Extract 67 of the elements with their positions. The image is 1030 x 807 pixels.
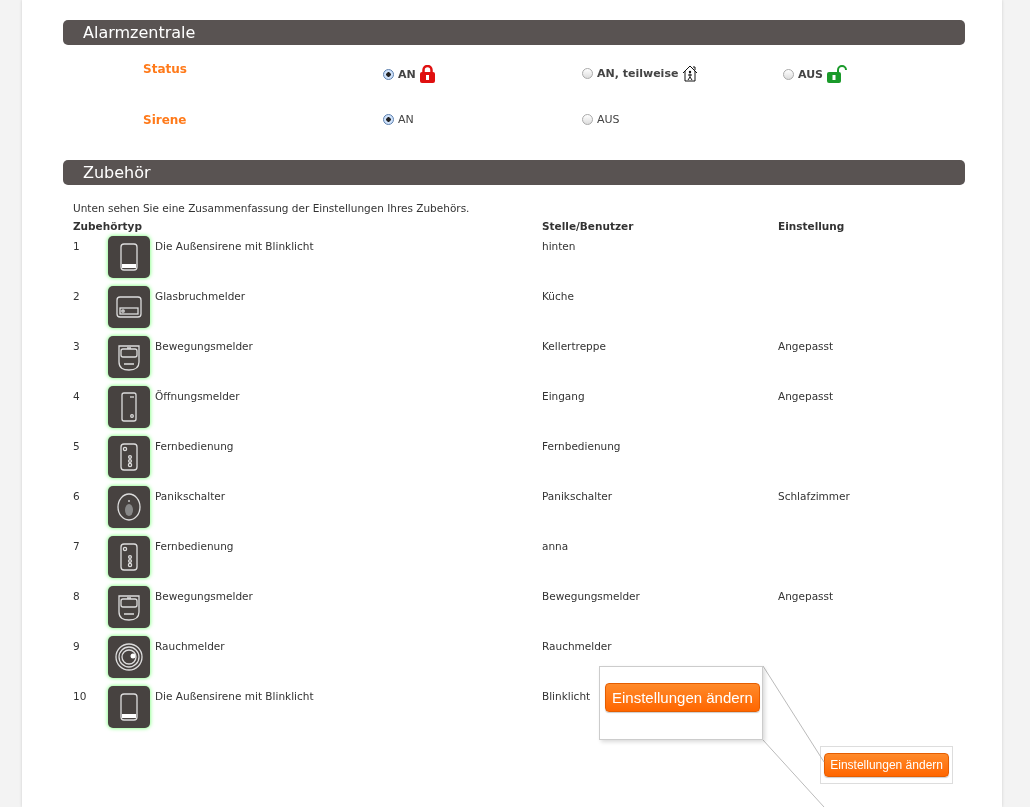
row-number: 8 xyxy=(73,590,80,602)
column-header: Stelle/Benutzer xyxy=(542,219,635,234)
device-location: anna xyxy=(542,540,569,552)
radio-button[interactable] xyxy=(582,68,593,79)
change-settings-button[interactable]: Einstellungen ändern xyxy=(824,753,949,777)
setting-label: Status xyxy=(143,62,188,76)
device-type: Bewegungsmelder xyxy=(155,340,253,352)
device-type: Öffnungsmelder xyxy=(155,390,240,402)
device-type: Rauchmelder xyxy=(155,640,225,652)
device-type: Fernbedienung xyxy=(155,440,234,452)
column-header: Einstellung xyxy=(778,219,846,234)
row-number: 3 xyxy=(73,340,80,352)
house-person-icon xyxy=(682,65,699,82)
option-label: AUS xyxy=(798,67,824,81)
device-setting: Angepasst xyxy=(778,590,834,602)
device-type: Panikschalter xyxy=(155,490,226,502)
device-setting: Angepasst xyxy=(778,340,834,352)
row-number: 9 xyxy=(73,640,80,652)
device-type: Die Außensirene mit Blinklicht xyxy=(155,240,314,252)
device-location: Küche xyxy=(542,290,574,302)
device-setting: Angepasst xyxy=(778,390,834,402)
intro-text: Unten sehen Sie eine Zusammenfassung der Einstellungen Ihres Zubehörs. xyxy=(73,202,471,214)
row-number: 6 xyxy=(73,490,80,502)
row-number: 10 xyxy=(73,690,87,702)
option-label: AN, teilweise xyxy=(597,67,679,80)
panic-button-icon xyxy=(108,486,150,528)
siren-icon xyxy=(108,686,150,728)
radio-button[interactable] xyxy=(582,114,593,125)
device-location: Bewegungsmelder xyxy=(542,590,640,602)
device-type: Fernbedienung xyxy=(155,540,234,552)
device-location: Fernbedienung xyxy=(542,440,621,452)
siren-icon xyxy=(108,236,150,278)
unlocked-icon xyxy=(827,65,848,83)
device-location: Eingang xyxy=(542,390,585,402)
smoke-detector-icon xyxy=(108,636,150,678)
change-settings-button[interactable]: Einstellungen ändern xyxy=(605,683,760,712)
device-location: Kellertreppe xyxy=(542,340,606,352)
remote-control-icon xyxy=(108,536,150,578)
section-header: Alarmzentrale xyxy=(63,20,965,45)
setting-label: Sirene xyxy=(143,112,188,127)
device-type: Bewegungsmelder xyxy=(155,590,253,602)
row-number: 2 xyxy=(73,290,80,302)
row-number: 1 xyxy=(73,240,80,252)
row-number: 5 xyxy=(73,440,80,452)
option-label: AUS xyxy=(597,113,620,126)
device-setting: Schlafzimmer xyxy=(778,490,850,502)
lock-icon xyxy=(419,65,435,83)
device-type: Die Außensirene mit Blinklicht xyxy=(155,690,314,702)
device-location: Blinklicht xyxy=(542,690,591,702)
radio-button[interactable] xyxy=(383,114,394,125)
device-location: hinten xyxy=(542,240,576,252)
glass-break-sensor-icon xyxy=(108,286,150,328)
remote-control-icon xyxy=(108,436,150,478)
row-number: 4 xyxy=(73,390,80,402)
device-location: Rauchmelder xyxy=(542,640,612,652)
option-label: AN xyxy=(398,113,414,126)
radio-button[interactable] xyxy=(383,68,394,80)
motion-sensor-icon xyxy=(108,586,150,628)
motion-sensor-icon xyxy=(108,336,150,378)
option-label: AN xyxy=(398,67,416,81)
radio-button[interactable] xyxy=(783,68,794,80)
column-header: Zubehörtyp xyxy=(73,219,143,234)
device-type: Glasbruchmelder xyxy=(155,290,246,302)
row-number: 7 xyxy=(73,540,80,552)
device-location: Panikschalter xyxy=(542,490,613,502)
door-sensor-icon xyxy=(108,386,150,428)
section-header: Zubehör xyxy=(63,160,965,185)
